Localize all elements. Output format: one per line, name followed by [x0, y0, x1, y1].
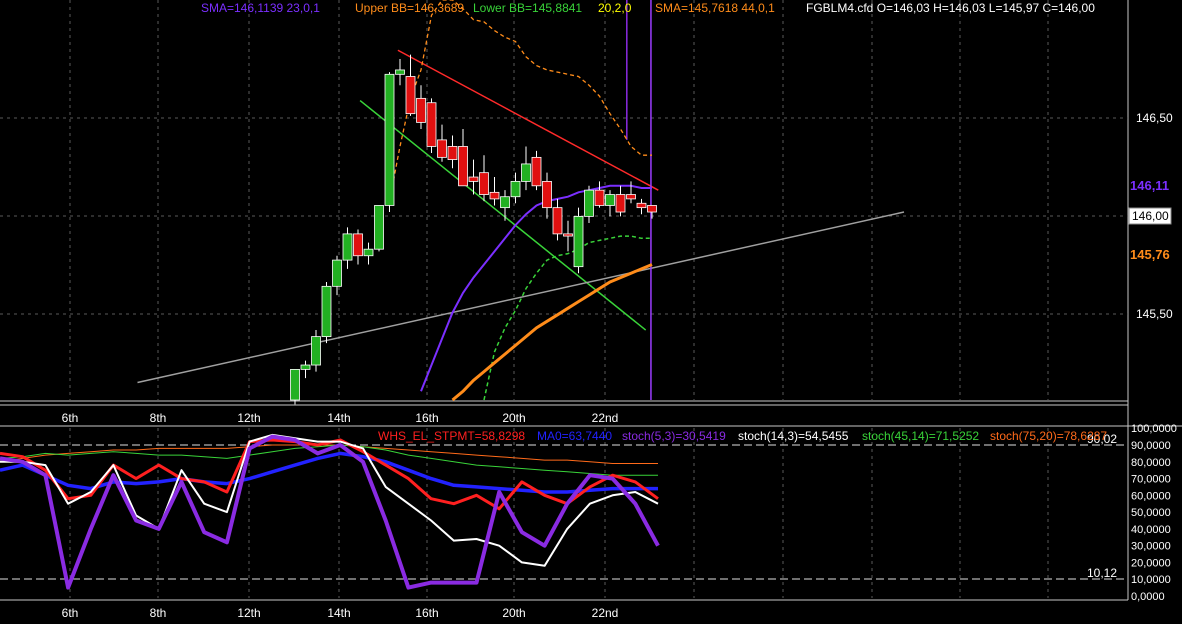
candle [521, 163, 531, 182]
osc-legend-item: MA0=63,7440 [537, 429, 612, 443]
main-legend-item: SMA=145,7618 44,0,1 [655, 1, 775, 15]
chart-window: 6th 6th 8th 8th 12th 12th 14th 14th 16th 16th 20th… [0, 0, 1182, 624]
osc-level-label: 10,12 [1087, 566, 1117, 580]
main-legend-item: 20,2,0 [598, 1, 632, 15]
price-tick-label: 146,50 [1136, 111, 1173, 125]
date-label: 8th [150, 606, 167, 620]
date-label: 20th [502, 411, 525, 425]
candle [489, 191, 500, 200]
candle [594, 189, 605, 206]
candle [363, 248, 374, 257]
candle [458, 146, 468, 187]
candle [510, 181, 521, 198]
candle [468, 176, 479, 182]
candle [374, 205, 384, 250]
date-label: 14th [327, 411, 350, 425]
osc-legend-item: WHS_EL_STPMT=58,8298 [378, 429, 525, 443]
osc-tick-label: 80,0000 [1131, 457, 1171, 469]
trading-chart[interactable]: 6th 6th 8th 8th 12th 12th 14th 14th 16th 16th 20th… [0, 0, 1182, 624]
candle [342, 233, 353, 261]
osc-legend-item: stoch(5,3)=30,5419 [622, 429, 726, 443]
candle [531, 156, 542, 187]
candle [479, 172, 489, 195]
main-legend-item: Upper BB=146,3689 [355, 1, 464, 15]
candle [636, 202, 647, 209]
osc-tick-label: 70,0000 [1131, 474, 1171, 486]
candle [395, 69, 405, 75]
candle [615, 194, 626, 213]
main-legend-item: SMA=146,1139 23,0,1 [201, 1, 320, 15]
osc-series-stoch-5-3- [0, 434, 660, 590]
candle [647, 205, 657, 213]
candle [542, 181, 552, 209]
osc-tick-label: 40,0000 [1131, 524, 1171, 536]
osc-tick-label: 90,0000 [1131, 440, 1171, 452]
main-plot-area [0, 0, 1128, 400]
main-legend-item: FGBLM4.cfd O=146,03 H=146,03 L=145,97 C=… [806, 1, 1095, 15]
candle [426, 102, 437, 147]
osc-tick-label: 60,0000 [1131, 490, 1171, 502]
date-label: 16th [415, 606, 438, 620]
candle [626, 194, 636, 200]
date-label: 22nd [592, 411, 619, 425]
candle [332, 259, 342, 287]
candle [290, 368, 300, 401]
date-label: 6th [62, 606, 79, 620]
candle [605, 194, 615, 206]
price-badge: 145,76 [1130, 247, 1170, 262]
candle [552, 207, 563, 235]
osc-tick-label: 10,0000 [1131, 574, 1171, 586]
date-label: 8th [150, 411, 167, 425]
date-label: 20th [502, 606, 525, 620]
candle [584, 189, 594, 217]
osc-legend-item: stoch(45,14)=71,5252 [862, 429, 979, 443]
last-price-badge: 146,00 [1132, 209, 1169, 223]
osc-tick-label: 30,0000 [1131, 541, 1171, 553]
osc-tick-label: 50,0000 [1131, 507, 1171, 519]
candle [300, 364, 311, 370]
candle [563, 233, 573, 237]
candle [437, 139, 447, 158]
price-tick-label: 145,50 [1136, 307, 1173, 321]
candle [573, 215, 584, 268]
date-label: 12th [237, 411, 260, 425]
candle [416, 97, 426, 123]
date-label: 6th [62, 411, 79, 425]
date-label: 16th [415, 411, 438, 425]
osc-tick-label: 100,0000 [1131, 423, 1177, 435]
candle [405, 76, 416, 115]
price-badge: 146,11 [1130, 178, 1169, 193]
osc-tick-label: 0,0000 [1131, 591, 1165, 603]
date-label: 22nd [592, 606, 619, 620]
candle [447, 146, 458, 160]
osc-tick-label: 20,0000 [1131, 557, 1171, 569]
candle [321, 285, 332, 338]
candle [384, 73, 395, 206]
date-label: 12th [237, 606, 260, 620]
osc-legend-item: stoch(75,20)=78,6287 [990, 429, 1107, 443]
candle [353, 233, 363, 257]
main-legend-item: Lower BB=145,8841 [473, 1, 582, 15]
date-label: 14th [327, 606, 350, 620]
osc-legend-item: stoch(14,3)=54,5455 [738, 429, 849, 443]
candle [311, 336, 321, 366]
candle [500, 196, 510, 209]
